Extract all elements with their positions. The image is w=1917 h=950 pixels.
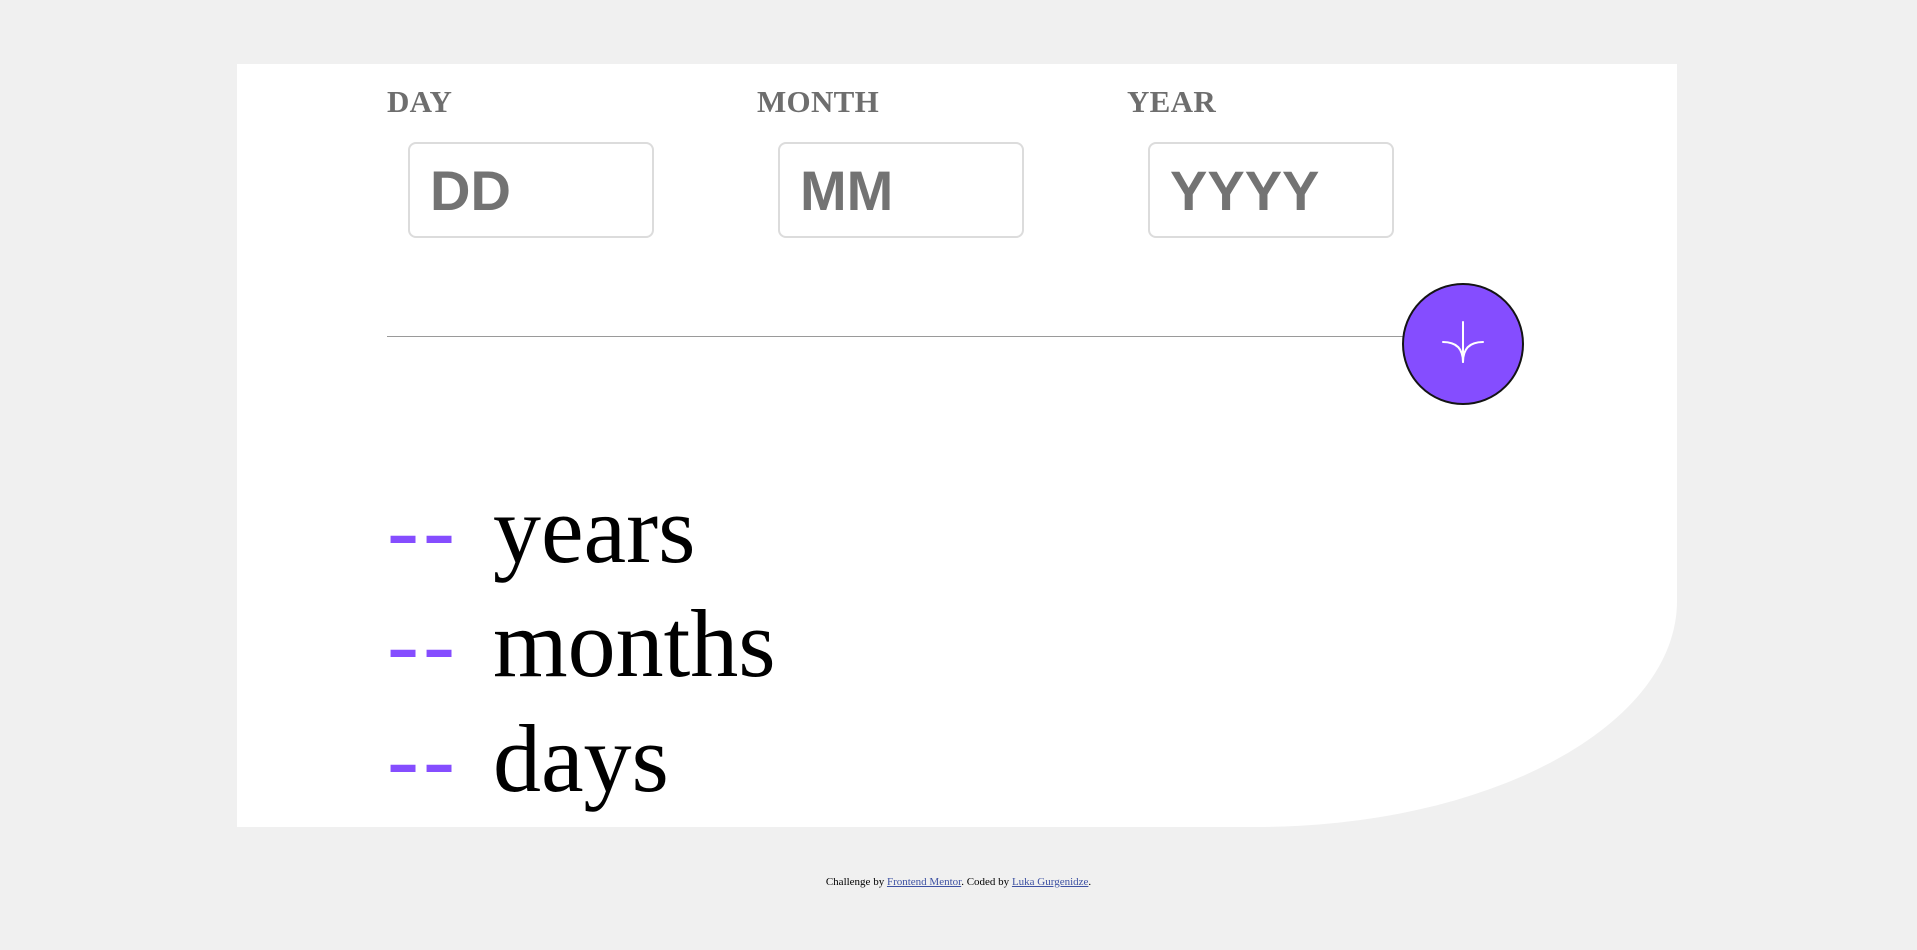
attribution: Challenge by Frontend Mentor. Coded by L… bbox=[0, 876, 1917, 888]
attribution-prefix: Challenge by bbox=[825, 876, 887, 888]
month-input[interactable] bbox=[778, 142, 1024, 238]
age-calculator-card: DAY MONTH YEAR -- years -- months -- day… bbox=[237, 64, 1677, 827]
result-years: -- years bbox=[387, 482, 695, 578]
year-input[interactable] bbox=[1148, 142, 1394, 238]
arrow-down-icon bbox=[1442, 321, 1484, 363]
submit-button[interactable] bbox=[1402, 283, 1524, 405]
attribution-suffix: . bbox=[1088, 876, 1092, 888]
months-unit: months bbox=[492, 590, 776, 697]
author-link[interactable]: Luka Gurgenidze bbox=[1012, 876, 1088, 888]
attribution-middle: . Coded by bbox=[961, 876, 1012, 888]
day-label: DAY bbox=[387, 84, 453, 119]
frontend-mentor-link[interactable]: Frontend Mentor bbox=[887, 876, 961, 888]
result-days: -- days bbox=[387, 711, 669, 807]
years-unit: years bbox=[492, 476, 696, 583]
year-label: YEAR bbox=[1127, 84, 1217, 119]
months-value: -- bbox=[387, 590, 459, 697]
divider bbox=[387, 336, 1417, 337]
days-unit: days bbox=[492, 705, 669, 812]
result-months: -- months bbox=[387, 596, 776, 692]
month-label: MONTH bbox=[757, 84, 880, 119]
day-input[interactable] bbox=[408, 142, 654, 238]
years-value: -- bbox=[387, 476, 459, 583]
days-value: -- bbox=[387, 705, 459, 812]
